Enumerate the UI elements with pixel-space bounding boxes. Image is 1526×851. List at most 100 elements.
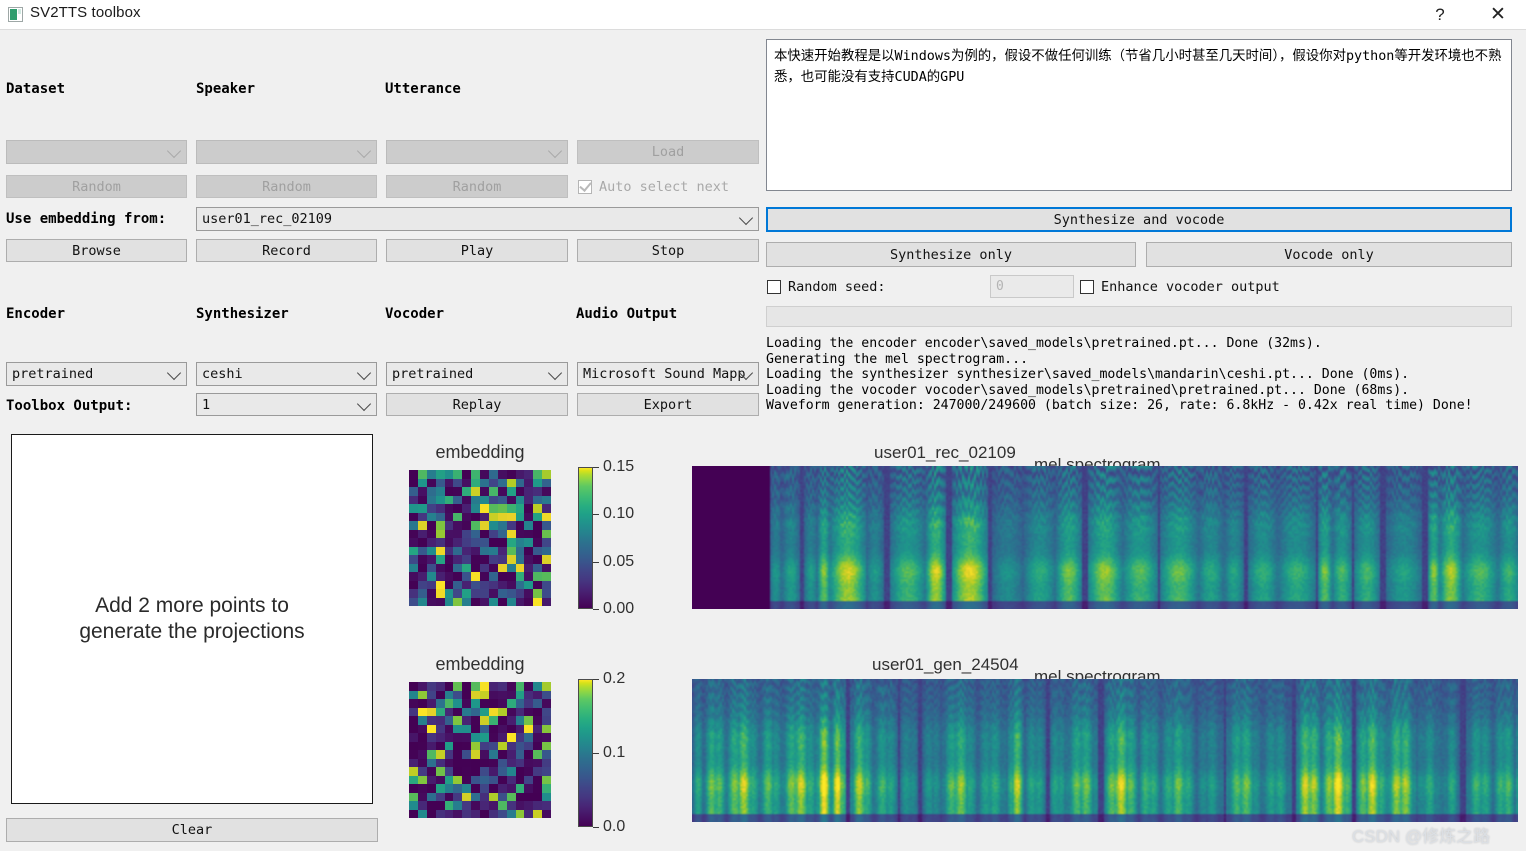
heatmap-cell — [497, 538, 507, 547]
random-speaker-button[interactable]: Random — [196, 175, 377, 198]
heatmap-cell — [506, 589, 516, 598]
heatmap-cell — [417, 555, 427, 564]
heatmap-cell — [417, 521, 427, 530]
vocoder-select[interactable]: pretrained — [386, 362, 568, 386]
heatmap-cell — [435, 580, 445, 589]
heatmap-cell — [435, 750, 445, 759]
utterance-select[interactable] — [386, 140, 568, 164]
heatmap-cell — [488, 767, 498, 776]
heatmap-cell — [409, 809, 418, 818]
random-dataset-button[interactable]: Random — [6, 175, 187, 198]
heatmap-cell — [480, 529, 489, 538]
record-button[interactable]: Record — [196, 239, 377, 262]
heatmap-cell — [515, 478, 525, 487]
embedding-colorbar-1: 0.00 0.05 0.10 0.15 — [578, 458, 634, 617]
dataset-select[interactable] — [6, 140, 187, 164]
synthesize-and-vocode-button[interactable]: Synthesize and vocode — [766, 207, 1512, 232]
help-icon[interactable]: ? — [1417, 0, 1463, 29]
text-input[interactable]: 本快速开始教程是以Windows为例的，假设不做任何训练（节省几小时甚至几天时间… — [766, 39, 1512, 191]
use-embedding-from-label: Use embedding from: — [6, 211, 167, 227]
heatmap-cell — [435, 478, 445, 487]
heatmap-cell — [488, 750, 498, 759]
heatmap-cell — [409, 495, 418, 504]
heatmap-cell — [471, 690, 480, 699]
heatmap-cell — [497, 597, 507, 606]
heatmap-cell — [506, 690, 516, 699]
stop-button[interactable]: Stop — [577, 239, 759, 262]
use-embedding-from-select[interactable]: user01_rec_02109 — [196, 207, 759, 231]
export-button[interactable]: Export — [577, 393, 759, 416]
heatmap-cell — [426, 784, 436, 793]
auto-select-next-checkbox[interactable]: Auto select next — [578, 179, 729, 195]
heatmap-cell — [542, 478, 551, 487]
heatmap-cell — [515, 555, 525, 564]
heatmap-cell — [533, 546, 543, 555]
heatmap-cell — [480, 589, 489, 598]
progress-bar — [766, 306, 1512, 327]
heatmap-cell — [462, 470, 472, 479]
heatmap-cell — [497, 724, 507, 733]
heatmap-cell — [409, 767, 418, 776]
heatmap-cell — [426, 529, 436, 538]
heatmap-cell — [488, 563, 498, 572]
heatmap-cell — [426, 682, 436, 691]
heatmap-cell — [497, 733, 507, 742]
heatmap-cell — [506, 801, 516, 810]
heatmap-cell — [417, 682, 427, 691]
heatmap-cell — [471, 572, 480, 581]
synthesizer-select[interactable]: ceshi — [196, 362, 377, 386]
browse-button[interactable]: Browse — [6, 239, 187, 262]
heatmap-cell — [524, 555, 534, 564]
clear-button[interactable]: Clear — [6, 818, 378, 842]
toolbox-output-select[interactable]: 1 — [196, 393, 377, 416]
heatmap-cell — [480, 690, 489, 699]
heatmap-cell — [426, 555, 436, 564]
heatmap-cell — [480, 470, 489, 479]
encoder-select[interactable]: pretrained — [6, 362, 187, 386]
colorbar-tick-label: 0.2 — [603, 670, 626, 687]
heatmap-cell — [497, 580, 507, 589]
load-button[interactable]: Load — [577, 140, 759, 164]
heatmap-cell — [533, 690, 543, 699]
heatmap-cell — [453, 767, 463, 776]
synthesize-only-button[interactable]: Synthesize only — [766, 242, 1136, 267]
random-seed-checkbox[interactable]: Random seed: — [767, 279, 886, 295]
play-button[interactable]: Play — [386, 239, 568, 262]
heatmap-cell — [435, 572, 445, 581]
heatmap-cell — [453, 682, 463, 691]
replay-button[interactable]: Replay — [386, 393, 568, 416]
heatmap-cell — [506, 478, 516, 487]
colorbar-tick — [593, 467, 599, 468]
audio-output-select[interactable]: Microsoft Sound Mapp — [577, 362, 759, 386]
seed-input[interactable]: 0 — [990, 275, 1074, 298]
speaker-select[interactable] — [196, 140, 377, 164]
heatmap-cell — [453, 775, 463, 784]
heatmap-cell — [524, 724, 534, 733]
heatmap-cell — [462, 767, 472, 776]
colorbar-tick — [593, 514, 599, 516]
heatmap-cell — [515, 733, 525, 742]
embedding-heatmap-1 — [409, 470, 551, 606]
heatmap-cell — [533, 724, 543, 733]
heatmap-cell — [515, 538, 525, 547]
heatmap-cell — [506, 546, 516, 555]
heatmap-cell — [444, 495, 454, 504]
random-utterance-button[interactable]: Random — [386, 175, 568, 198]
enhance-vocoder-output-checkbox[interactable]: Enhance vocoder output — [1080, 279, 1280, 295]
heatmap-cell — [435, 784, 445, 793]
colorbar-tick — [593, 561, 599, 563]
heatmap-cell — [426, 478, 436, 487]
colorbar-tick-label: 0.1 — [603, 744, 626, 761]
vocode-only-button[interactable]: Vocode only — [1146, 242, 1512, 267]
close-icon[interactable]: ✕ — [1475, 0, 1521, 29]
heatmap-cell — [471, 529, 480, 538]
colorbar-tick — [593, 753, 599, 754]
colorbar-tick — [593, 679, 599, 680]
heatmap-cell — [533, 529, 543, 538]
heatmap-cell — [515, 809, 525, 818]
heatmap-cell — [480, 784, 489, 793]
heatmap-cell — [524, 699, 534, 708]
heatmap-cell — [462, 563, 472, 572]
heatmap-cell — [506, 741, 516, 750]
projection-panel[interactable]: Add 2 more points to generate the project… — [11, 434, 373, 804]
